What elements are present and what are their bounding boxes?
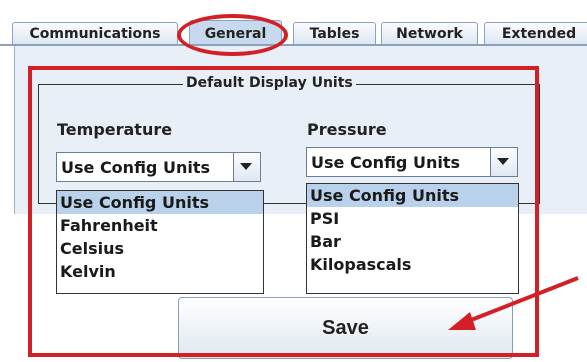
temperature-selected-value: Use Config Units (61, 158, 210, 177)
temperature-dropdown-button[interactable] (233, 153, 260, 181)
tab-communications[interactable]: Communications (12, 22, 178, 44)
tab-general[interactable]: General (189, 20, 282, 45)
pressure-dropdown-button[interactable] (490, 148, 517, 176)
temperature-dropdown-list: Use Config Units Fahrenheit Celsius Kelv… (56, 190, 264, 294)
pressure-dropdown-list: Use Config Units PSI Bar Kilopascals (306, 183, 519, 294)
chevron-down-icon (240, 163, 252, 170)
temperature-combo[interactable]: Use Config Units (56, 152, 261, 182)
tab-network[interactable]: Network (381, 22, 478, 44)
pressure-selected-value: Use Config Units (311, 153, 460, 172)
temperature-option[interactable]: Kelvin (57, 260, 263, 283)
pressure-option[interactable]: Kilopascals (307, 253, 518, 276)
pressure-option[interactable]: PSI (307, 207, 518, 230)
save-button[interactable]: Save (178, 297, 513, 359)
tab-tables[interactable]: Tables (293, 22, 376, 44)
pressure-combo[interactable]: Use Config Units (306, 147, 518, 177)
temperature-option[interactable]: Fahrenheit (57, 214, 263, 237)
pressure-label: Pressure (307, 120, 387, 139)
temperature-option[interactable]: Celsius (57, 237, 263, 260)
tab-extended[interactable]: Extended (484, 22, 587, 44)
chevron-down-icon (497, 158, 509, 165)
temperature-option[interactable]: Use Config Units (57, 191, 263, 214)
group-title: Default Display Units (183, 75, 356, 91)
pressure-option[interactable]: Bar (307, 230, 518, 253)
pressure-option[interactable]: Use Config Units (307, 184, 518, 207)
temperature-label: Temperature (57, 120, 173, 139)
tab-bar: Communications General Tables Network Ex… (0, 0, 587, 48)
